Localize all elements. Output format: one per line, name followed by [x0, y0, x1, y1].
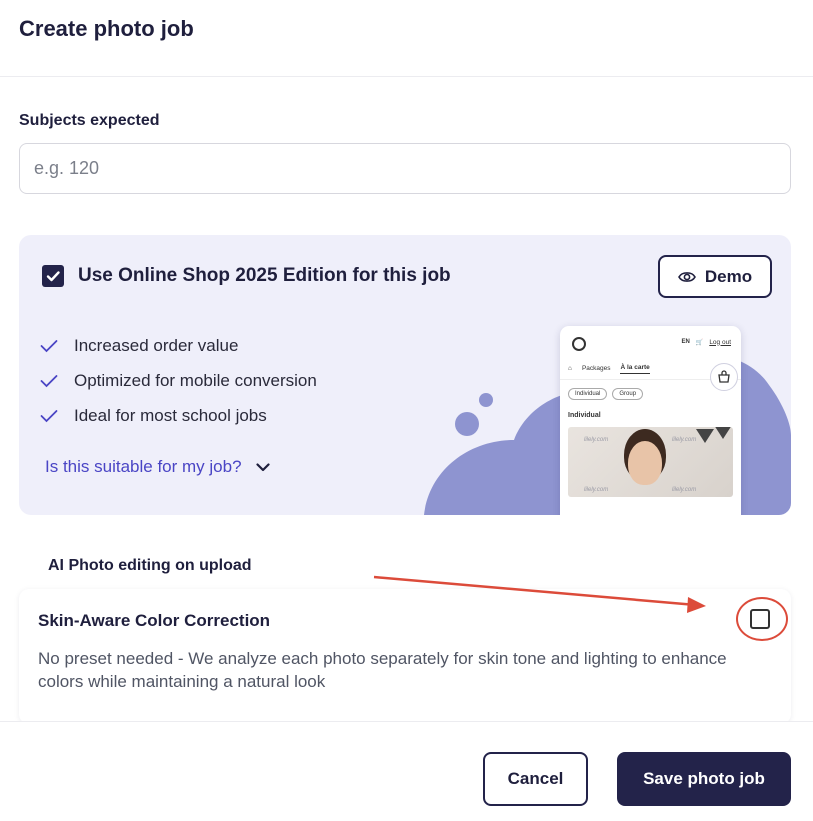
preview-tab-packages: Packages [581, 365, 611, 372]
preview-photo: lilely.com lilely.com lilely.com lilely.… [568, 427, 733, 497]
check-icon [40, 339, 60, 353]
chevron-down-icon [255, 462, 270, 471]
preview-logout: Log out [709, 338, 731, 346]
demo-label: Demo [704, 266, 753, 286]
home-icon: ⌂ [568, 365, 572, 372]
online-shop-title: Use Online Shop 2025 Edition for this jo… [78, 265, 451, 286]
benefit-text: Ideal for most school jobs [74, 405, 267, 425]
demo-button[interactable]: Demo [658, 255, 772, 298]
subjects-input[interactable] [19, 143, 791, 194]
child-portrait [628, 441, 662, 485]
basket-icon [710, 363, 738, 391]
preview-watermark: lilely.com [672, 487, 697, 493]
annotation-highlight-circle [736, 597, 788, 641]
benefit-item: Increased order value [40, 328, 317, 363]
preview-chip-individual: Individual [568, 388, 608, 400]
preview-watermark: lilely.com [584, 487, 609, 493]
benefit-text: Optimized for mobile conversion [74, 370, 317, 390]
benefits-list: Increased order value Optimized for mobi… [40, 328, 317, 433]
logo-icon [570, 333, 592, 351]
benefit-item: Optimized for mobile conversion [40, 363, 317, 398]
eye-icon [677, 271, 696, 282]
check-icon [40, 409, 60, 423]
subjects-label: Subjects expected [19, 112, 160, 129]
preview-chip-group: Group [612, 388, 644, 400]
benefit-item: Ideal for most school jobs [40, 398, 317, 433]
save-photo-job-button[interactable]: Save photo job [617, 752, 791, 806]
preview-watermark: lilely.com [584, 437, 609, 443]
skin-correction-title: Skin-Aware Color Correction [38, 611, 271, 630]
modal-footer: Cancel Save photo job [0, 721, 813, 821]
header-divider [0, 76, 813, 77]
skin-correction-option-card: Skin-Aware Color Correction No preset ne… [19, 589, 791, 724]
shop-preview-mockup: EN 🛒 Log out ⌂ Packages À la carte Indiv… [560, 326, 741, 515]
cancel-button[interactable]: Cancel [483, 752, 588, 806]
online-shop-checkbox[interactable] [42, 265, 64, 287]
checkmark-icon [46, 271, 60, 282]
preview-tab-a-la-carte: À la carte [620, 364, 650, 374]
ai-editing-section-label: AI Photo editing on upload [48, 557, 252, 574]
suitability-link-text: Is this suitable for my job? [45, 457, 242, 476]
suitability-link[interactable]: Is this suitable for my job? [45, 457, 270, 477]
preview-watermark: lilely.com [672, 437, 697, 443]
benefit-text: Increased order value [74, 335, 239, 355]
cart-icon: 🛒 [695, 339, 704, 346]
preview-section-title: Individual [568, 412, 601, 419]
page-title: Create photo job [19, 16, 194, 41]
online-shop-card: Use Online Shop 2025 Edition for this jo… [19, 235, 791, 515]
check-icon [40, 374, 60, 388]
skin-correction-description: No preset needed - We analyze each photo… [38, 649, 727, 691]
preview-language: EN [681, 339, 690, 345]
